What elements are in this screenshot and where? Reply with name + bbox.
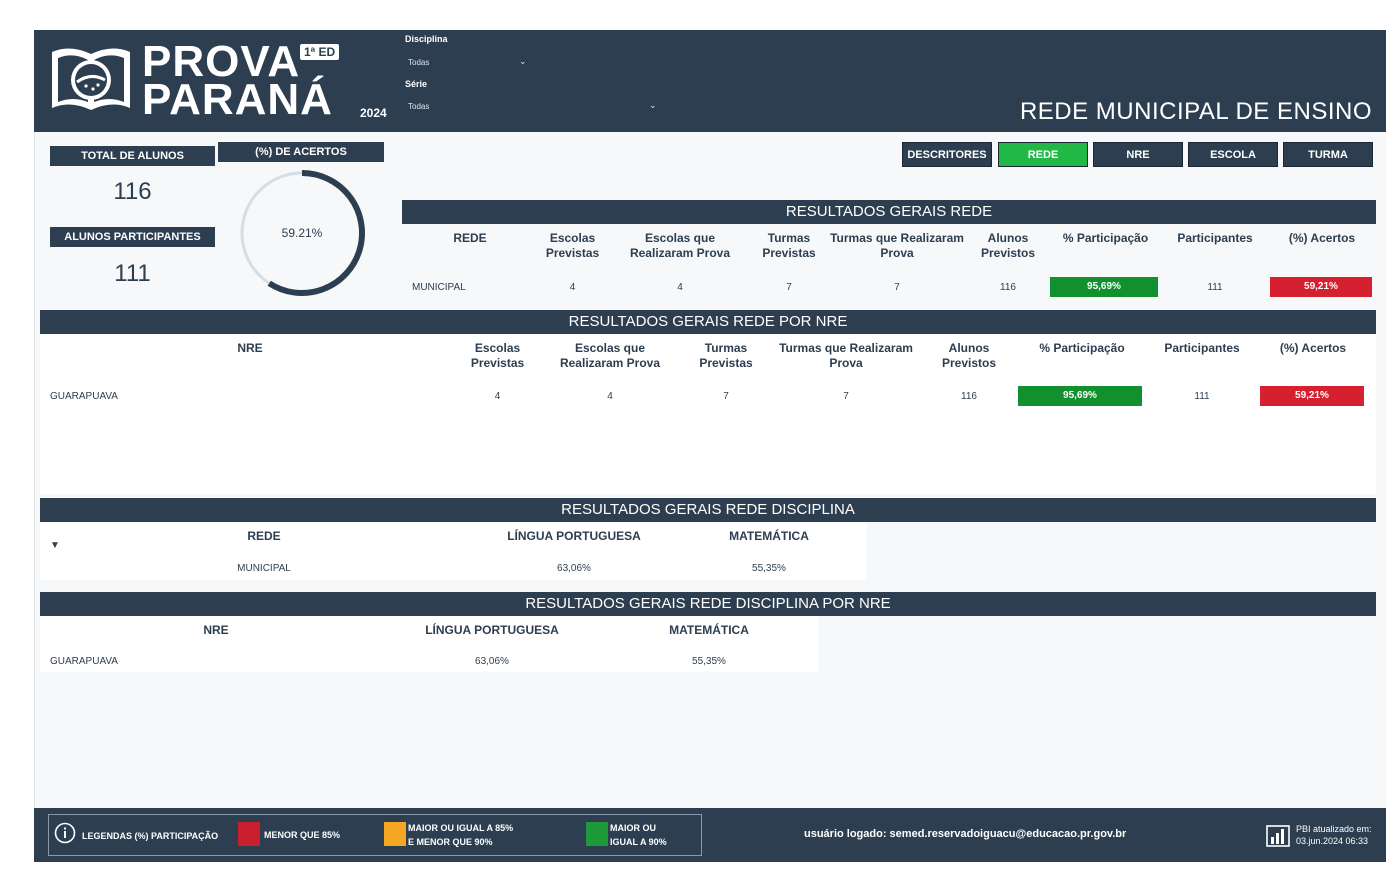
nav-rede-button[interactable]: REDE xyxy=(998,142,1088,167)
disciplina-table-title: RESULTADOS GERAIS REDE DISCIPLINA xyxy=(40,498,1376,522)
rede-header: Turmas Previstas xyxy=(762,231,816,260)
rede-cell: 4 xyxy=(677,282,683,293)
rede-nre-participacao-cell: 95,69% xyxy=(1018,386,1142,406)
rede-nre-header: Participantes xyxy=(1164,341,1240,355)
rede-table-title: RESULTADOS GERAIS REDE xyxy=(402,200,1376,224)
legend-swatch-red xyxy=(238,822,260,846)
rede-cell: 7 xyxy=(894,282,900,293)
filter-disciplina-dropdown[interactable]: Todas ⌄ xyxy=(405,55,535,71)
prova-parana-logo: PROVA 1ª ED PARANÁ 2024 xyxy=(48,38,398,124)
alunos-participantes-value: 111 xyxy=(114,260,151,287)
rede-nre-cell: GUARAPUAVA xyxy=(50,391,118,402)
rede-nre-table-title: RESULTADOS GERAIS REDE POR NRE xyxy=(40,310,1376,334)
powerbi-icon xyxy=(1266,825,1290,847)
rede-nre-cell: 4 xyxy=(607,391,613,402)
filter-serie-dropdown[interactable]: Todas ⌄ xyxy=(405,100,665,116)
rede-cell: 116 xyxy=(1000,282,1016,293)
legend-label-orange-line2: E MENOR QUE 90% xyxy=(408,837,493,847)
disciplina-cell: 55,35% xyxy=(752,563,786,574)
legend-swatch-orange xyxy=(384,822,406,846)
logo-edition-badge: 1ª ED xyxy=(300,44,340,60)
legend-label-green-line2: IGUAL A 90% xyxy=(610,837,667,847)
rede-header: Turmas que Realizaram Prova xyxy=(830,231,964,260)
rede-nre-cell: 7 xyxy=(843,391,849,402)
nav-nre-button[interactable]: NRE xyxy=(1093,142,1183,167)
filter-label-disciplina: Disciplina xyxy=(405,34,448,44)
rede-header: (%) Acertos xyxy=(1288,231,1356,245)
acertos-label: (%) DE ACERTOS xyxy=(218,142,384,162)
disciplina-header: LÍNGUA PORTUGUESA xyxy=(507,529,641,543)
disciplina-nre-header: MATEMÁTICA xyxy=(669,623,749,637)
rede-nre-cell: 116 xyxy=(961,391,977,402)
nav-turma-button[interactable]: TURMA xyxy=(1283,142,1373,167)
rede-nre-header: Alunos Previstos xyxy=(941,341,997,370)
rede-acertos-cell: 59,21% xyxy=(1270,277,1372,297)
chevron-down-icon: ⌄ xyxy=(519,56,527,66)
chevron-down-icon: ⌄ xyxy=(649,100,657,110)
legend-swatch-green xyxy=(586,822,608,846)
legend-title: LEGENDAS (%) PARTICIPAÇÃO xyxy=(82,831,219,841)
acertos-value: 59.21% xyxy=(281,226,323,240)
rede-header: Participantes xyxy=(1177,231,1253,245)
rede-nre-header: Turmas que Realizaram Prova xyxy=(779,341,913,370)
disciplina-nre-cell: GUARAPUAVA xyxy=(50,656,118,667)
rede-header: Alunos Previstos xyxy=(980,231,1036,260)
nav-escola-button[interactable]: ESCOLA xyxy=(1188,142,1278,167)
disciplina-cell: MUNICIPAL xyxy=(237,563,291,574)
rede-nre-header: Escolas que Realizaram Prova xyxy=(559,341,661,370)
rede-header: REDE xyxy=(453,231,487,245)
disciplina-nre-cell: 55,35% xyxy=(692,656,726,667)
disciplina-nre-cell: 63,06% xyxy=(475,656,509,667)
rede-nre-header: (%) Acertos xyxy=(1279,341,1347,355)
pbi-updated-date: 03.jun.2024 06:33 xyxy=(1296,836,1369,846)
disciplina-header: MATEMÁTICA xyxy=(729,529,809,543)
rede-nre-header: NRE xyxy=(237,341,263,355)
logged-user-text: usuário logado: semed.reservadoiguacu@ed… xyxy=(804,828,1127,840)
rede-nre-cell: 7 xyxy=(723,391,729,402)
logo-word-parana: PARANÁ xyxy=(142,75,333,124)
book-seal-icon xyxy=(52,48,130,110)
disciplina-nre-table-title: RESULTADOS GERAIS REDE DISCIPLINA POR NR… xyxy=(40,592,1376,616)
rede-nre-header: Escolas Previstas xyxy=(470,341,525,370)
total-alunos-value: 116 xyxy=(113,178,152,205)
filter-label-serie: Série xyxy=(405,79,428,89)
info-icon xyxy=(54,822,76,844)
rede-header: Escolas Previstas xyxy=(545,231,600,260)
rede-cell: 7 xyxy=(786,282,792,293)
filter-serie-value: Todas xyxy=(408,102,430,111)
rede-cell: MUNICIPAL xyxy=(412,282,466,293)
rede-header: % Participação xyxy=(1062,231,1149,245)
pbi-updated: PBI atualizado em: 03.jun.2024 06:33 xyxy=(1296,823,1372,847)
rede-cell: 4 xyxy=(569,282,576,293)
page-title: REDE MUNICIPAL DE ENSINO xyxy=(1019,98,1372,125)
rede-participacao-cell: 95,69% xyxy=(1050,277,1158,297)
disciplina-cell: 63,06% xyxy=(557,563,591,574)
legend-label-green-line1: MAIOR OU xyxy=(610,823,656,833)
pbi-updated-label: PBI atualizado em: xyxy=(1296,824,1372,834)
rede-nre-cell: 111 xyxy=(1194,391,1210,402)
disciplina-nre-header: LÍNGUA PORTUGUESA xyxy=(425,623,559,637)
filter-disciplina-value: Todas xyxy=(408,58,430,67)
rede-nre-cell: 4 xyxy=(494,391,501,402)
caret-down-icon[interactable]: ▼ xyxy=(50,540,60,551)
logo-year: 2024 xyxy=(360,106,387,120)
total-alunos-label: TOTAL DE ALUNOS xyxy=(50,146,215,166)
nav-descritores-button[interactable]: DESCRITORES xyxy=(902,142,992,167)
rede-nre-acertos-cell: 59,21% xyxy=(1260,386,1364,406)
legend-label-red: MENOR QUE 85% xyxy=(264,830,341,840)
rede-nre-header: % Participação xyxy=(1039,341,1125,355)
legend-label-orange-line1: MAIOR OU IGUAL A 85% xyxy=(408,823,514,833)
disciplina-header: REDE xyxy=(247,529,281,543)
rede-cell: 111 xyxy=(1207,282,1223,293)
alunos-participantes-label: ALUNOS PARTICIPANTES xyxy=(50,227,215,247)
disciplina-nre-header: NRE xyxy=(203,623,229,637)
rede-header: Escolas que Realizaram Prova xyxy=(629,231,731,260)
rede-nre-header: Turmas Previstas xyxy=(699,341,753,370)
